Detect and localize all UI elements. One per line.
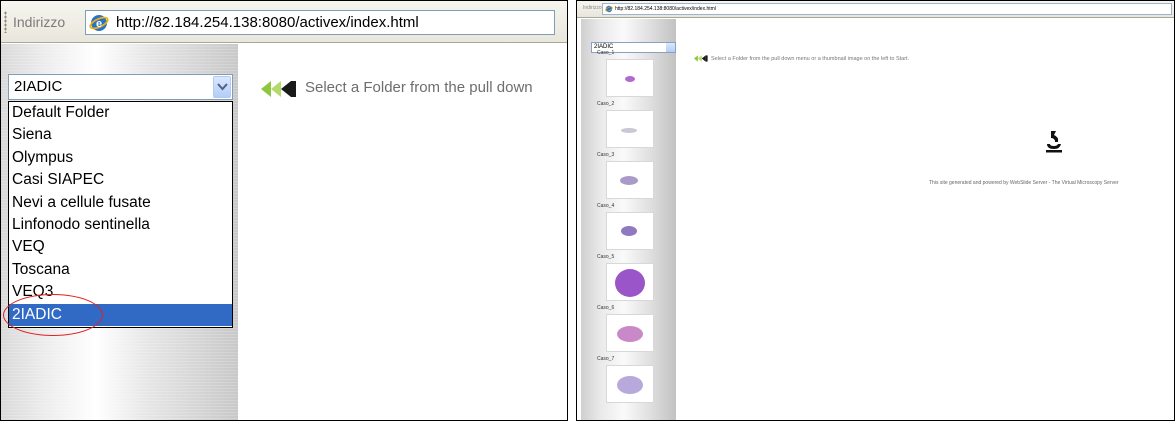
- thumbnail-image[interactable]: [606, 161, 654, 199]
- dropdown-option[interactable]: VEQ: [9, 236, 232, 258]
- hint-text: Select a Folder from the pull down menu …: [711, 56, 910, 62]
- powered-by-text: This site generated and powered by WebSl…: [929, 180, 1119, 186]
- arrows-icon: [261, 81, 296, 97]
- dropdown-option[interactable]: Siena: [9, 124, 232, 146]
- thumbnail-image[interactable]: [606, 263, 654, 301]
- tissue-sample: [621, 128, 637, 133]
- thumbnail-image[interactable]: [606, 314, 654, 352]
- arrows-icon: [694, 55, 708, 62]
- dropdown-option[interactable]: Nevi a cellule fusate: [9, 192, 232, 214]
- address-label: Indirizzo: [13, 14, 66, 30]
- case-thumbnail[interactable]: Caso_7: [597, 356, 665, 403]
- thumbnail-image[interactable]: [606, 365, 654, 403]
- case-thumbnail[interactable]: Caso_5: [597, 254, 665, 301]
- dropdown-button[interactable]: [213, 76, 231, 98]
- dropdown-option[interactable]: Casi SIAPEC: [9, 169, 232, 191]
- tissue-sample: [621, 226, 637, 236]
- dropdown-option[interactable]: Olympus: [9, 147, 232, 169]
- thumbnail-image[interactable]: [606, 59, 654, 97]
- case-label: Caso_4: [597, 203, 615, 209]
- case-label: Caso_5: [597, 254, 615, 260]
- dropdown-option[interactable]: Linfonodo sentinella: [9, 214, 232, 236]
- address-url: http://82.184.254.138:8080/activex/index…: [615, 6, 716, 12]
- address-input[interactable]: e http://82.184.254.138:8080/activex/ind…: [85, 10, 555, 35]
- case-thumbnail[interactable]: Caso_6: [597, 305, 665, 352]
- ie-icon: e: [89, 15, 109, 31]
- thumbnail-sidebar: 2IADIC Caso_1 Caso_2 Caso_3 Caso_4 Caso_5 Cas…: [581, 19, 676, 420]
- case-label: Caso_7: [597, 356, 615, 362]
- ie-icon: [605, 5, 613, 13]
- address-bar: Indirizzo http://82.184.254.138:8080/act…: [577, 1, 1174, 18]
- case-label: Caso_6: [597, 305, 615, 311]
- tissue-sample: [615, 269, 645, 297]
- dropdown-option[interactable]: Toscana: [9, 259, 232, 281]
- case-label: Caso_3: [597, 152, 615, 158]
- svg-text:e: e: [96, 18, 102, 30]
- tissue-sample: [617, 326, 643, 342]
- case-thumbnail[interactable]: Caso_2: [597, 101, 665, 148]
- full-screenshot-panel: Indirizzo http://82.184.254.138:8080/act…: [576, 0, 1175, 421]
- case-label: Caso_2: [597, 101, 615, 107]
- address-label: Indirizzo: [583, 5, 602, 11]
- case-thumbnail[interactable]: Caso_4: [597, 203, 665, 250]
- tissue-sample: [617, 376, 643, 394]
- case-label: Caso_1: [597, 50, 615, 56]
- tissue-sample: [620, 176, 638, 185]
- address-input[interactable]: http://82.184.254.138:8080/activex/index…: [602, 3, 1172, 15]
- chevron-down-icon: [217, 83, 228, 91]
- address-bar: Indirizzo e http://82.184.254.138:8080/a…: [1, 1, 567, 43]
- case-thumbnail[interactable]: Caso_1: [597, 50, 665, 97]
- chevron-down-icon[interactable]: [666, 43, 675, 52]
- tissue-sample: [625, 76, 635, 82]
- zoomed-screenshot-panel: Indirizzo e http://82.184.254.138:8080/a…: [0, 0, 568, 421]
- address-url: http://82.184.254.138:8080/activex/index…: [116, 14, 419, 31]
- microscope-icon: [1046, 131, 1062, 153]
- hint-text: Select a Folder from the pull down: [305, 79, 533, 96]
- case-thumbnail[interactable]: Caso_3: [597, 152, 665, 199]
- thumbnail-image[interactable]: [606, 212, 654, 250]
- folder-select-value: 2IADIC: [14, 78, 63, 95]
- highlight-ellipse: [3, 294, 103, 336]
- toolbar-grip[interactable]: [4, 11, 7, 33]
- folder-select[interactable]: 2IADIC: [8, 74, 233, 100]
- thumbnail-image[interactable]: [606, 110, 654, 148]
- dropdown-option[interactable]: Default Folder: [9, 102, 232, 124]
